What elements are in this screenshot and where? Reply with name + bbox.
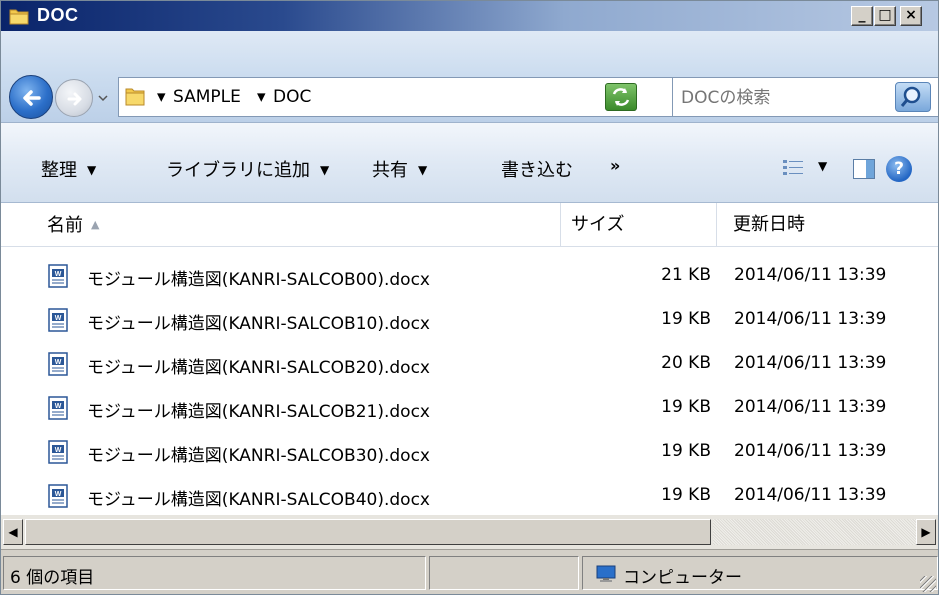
refresh-icon	[612, 88, 630, 106]
sort-ascending-icon: ▲	[91, 218, 100, 231]
help-icon[interactable]: ?	[886, 156, 912, 182]
search-input[interactable]	[681, 86, 891, 110]
status-zone-panel: コンピューター	[582, 556, 938, 590]
title-bar[interactable]: DOC _ □ ×	[1, 1, 938, 31]
file-name: モジュール構造図(KANRI-SALCOB20).docx	[87, 358, 430, 378]
breadcrumb-separator[interactable]: ▾	[157, 87, 166, 107]
word-document-icon: W	[48, 396, 68, 420]
word-document-icon: W	[48, 352, 68, 376]
breadcrumb-separator[interactable]: ▾	[257, 87, 266, 107]
breadcrumb-sample[interactable]: SAMPLE	[173, 87, 241, 107]
file-size: 19 KB	[661, 441, 711, 461]
organize-menu[interactable]: 整理 ▼	[41, 156, 96, 182]
file-row[interactable]: W モジュール構造図(KANRI-SALCOB21).docx 19 KB 20…	[1, 387, 938, 432]
search-button[interactable]	[895, 82, 931, 112]
scroll-left-button[interactable]: ◀	[3, 519, 23, 545]
chevron-down-icon: ▼	[418, 163, 428, 177]
chevron-down-icon: ▼	[320, 163, 330, 177]
burn-button[interactable]: 書き込む	[501, 156, 573, 182]
add-to-library-menu[interactable]: ライブラリに追加 ▼	[166, 156, 329, 182]
word-document-icon: W	[48, 440, 68, 464]
file-date: 2014/06/11 13:39	[734, 309, 887, 329]
more-commands-button[interactable]: »	[610, 156, 620, 175]
resize-grip[interactable]	[920, 576, 936, 592]
file-size: 20 KB	[661, 353, 711, 373]
status-bar: 6 個の項目 コンピューター	[1, 549, 938, 594]
back-arrow-icon	[23, 90, 41, 106]
file-name: モジュール構造図(KANRI-SALCOB40).docx	[87, 490, 430, 510]
folder-icon	[9, 9, 29, 25]
svg-text:W: W	[55, 491, 62, 498]
column-header-row: 名前 ▲ サイズ 更新日時	[1, 203, 938, 247]
column-header-date[interactable]: 更新日時	[717, 203, 938, 247]
file-list: W モジュール構造図(KANRI-SALCOB00).docx 21 KB 20…	[1, 247, 938, 515]
search-icon	[900, 86, 921, 107]
svg-text:W: W	[55, 359, 62, 366]
view-options-icon[interactable]	[782, 158, 804, 178]
file-date: 2014/06/11 13:39	[734, 265, 887, 285]
window-title: DOC	[37, 5, 79, 25]
column-header-size[interactable]: サイズ	[561, 203, 717, 247]
file-name: モジュール構造図(KANRI-SALCOB00).docx	[87, 270, 430, 290]
scroll-thumb[interactable]	[25, 519, 711, 545]
address-box[interactable]: ▾ SAMPLE ▾ DOC ▾	[118, 77, 701, 117]
zone-label: コンピューター	[623, 568, 742, 588]
forward-arrow-icon	[67, 92, 82, 106]
preview-pane-icon[interactable]	[853, 159, 875, 179]
file-name: モジュール構造図(KANRI-SALCOB30).docx	[87, 446, 430, 466]
file-name: モジュール構造図(KANRI-SALCOB10).docx	[87, 314, 430, 334]
folder-icon	[125, 88, 145, 106]
svg-text:W: W	[55, 447, 62, 454]
command-bar: 整理 ▼ ライブラリに追加 ▼ 共有 ▼ 書き込む » ▼ ?	[1, 123, 938, 203]
file-date: 2014/06/11 13:39	[734, 397, 887, 417]
file-row[interactable]: W モジュール構造図(KANRI-SALCOB10).docx 19 KB 20…	[1, 299, 938, 344]
file-date: 2014/06/11 13:39	[734, 485, 887, 505]
refresh-button[interactable]	[605, 83, 637, 111]
breadcrumb-doc[interactable]: DOC	[273, 87, 311, 107]
word-document-icon: W	[48, 264, 68, 288]
file-row[interactable]: W モジュール構造図(KANRI-SALCOB40).docx 19 KB 20…	[1, 475, 938, 520]
recent-pages-dropdown[interactable]	[96, 91, 110, 105]
column-header-name[interactable]: 名前 ▲	[1, 203, 561, 247]
column-name-label: 名前	[47, 215, 83, 236]
file-row[interactable]: W モジュール構造図(KANRI-SALCOB20).docx 20 KB 20…	[1, 343, 938, 388]
status-empty-panel	[429, 556, 579, 590]
file-size: 19 KB	[661, 485, 711, 505]
svg-text:W: W	[55, 271, 62, 278]
file-name: モジュール構造図(KANRI-SALCOB21).docx	[87, 402, 430, 422]
file-date: 2014/06/11 13:39	[734, 353, 887, 373]
back-button[interactable]	[9, 75, 53, 119]
maximize-button[interactable]: □	[874, 6, 896, 26]
horizontal-scrollbar[interactable]: ◀ ▶	[1, 515, 938, 549]
scroll-right-button[interactable]: ▶	[916, 519, 936, 545]
view-options-dropdown[interactable]: ▼	[818, 159, 827, 173]
explorer-window: DOC _ □ × ▾ SAMPLE ▾ DOC ▾	[0, 0, 939, 595]
file-date: 2014/06/11 13:39	[734, 441, 887, 461]
svg-text:W: W	[55, 315, 62, 322]
computer-icon	[596, 565, 616, 582]
word-document-icon: W	[48, 484, 68, 508]
svg-text:W: W	[55, 403, 62, 410]
file-row[interactable]: W モジュール構造図(KANRI-SALCOB00).docx 21 KB 20…	[1, 255, 938, 300]
chevron-down-icon: ▼	[87, 163, 97, 177]
share-label: 共有	[372, 160, 408, 181]
scroll-track[interactable]	[713, 519, 916, 545]
item-count: 6 個の項目	[10, 568, 95, 588]
forward-button[interactable]	[55, 79, 93, 117]
search-box[interactable]	[672, 77, 938, 117]
share-menu[interactable]: 共有 ▼	[372, 156, 427, 182]
file-size: 19 KB	[661, 309, 711, 329]
close-button[interactable]: ×	[900, 6, 922, 26]
organize-label: 整理	[41, 160, 77, 181]
add-to-library-label: ライブラリに追加	[166, 160, 310, 181]
file-row[interactable]: W モジュール構造図(KANRI-SALCOB30).docx 19 KB 20…	[1, 431, 938, 476]
file-size: 21 KB	[661, 265, 711, 285]
file-size: 19 KB	[661, 397, 711, 417]
navigation-bar: ▾ SAMPLE ▾ DOC ▾	[1, 31, 938, 123]
word-document-icon: W	[48, 308, 68, 332]
status-item-count-panel: 6 個の項目	[3, 556, 426, 590]
minimize-button[interactable]: _	[851, 6, 873, 26]
